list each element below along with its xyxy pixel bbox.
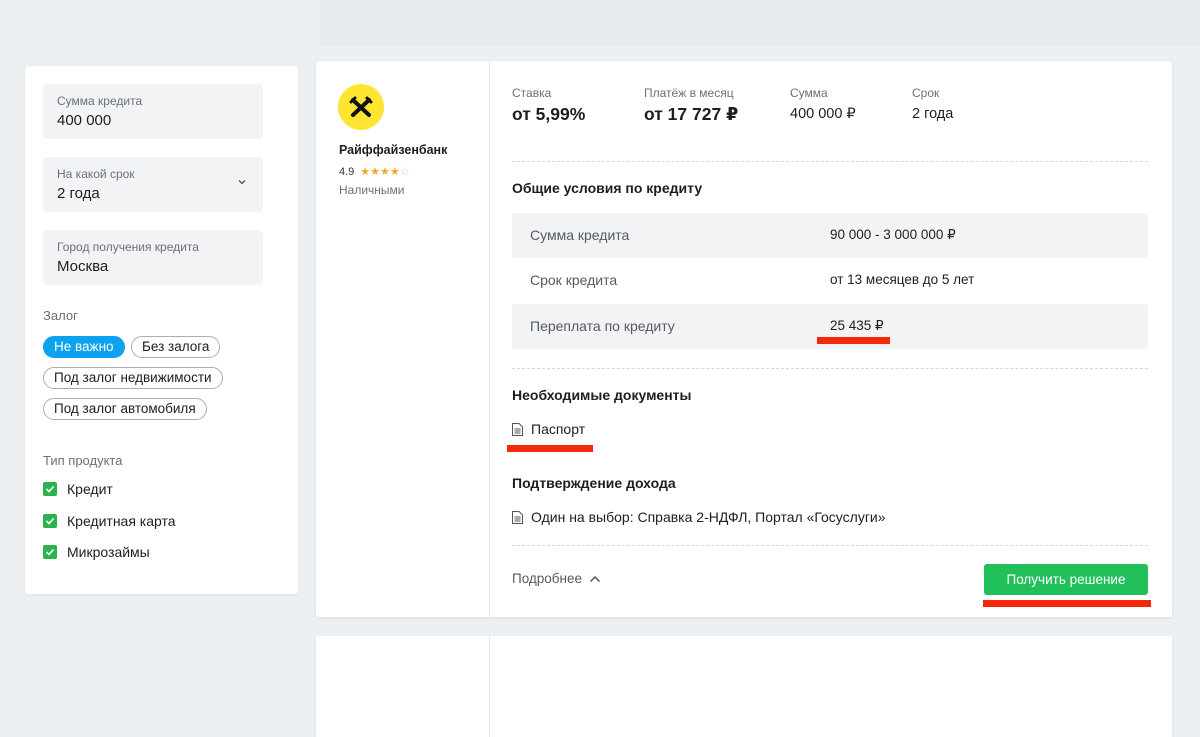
loan-type: Наличными <box>339 183 405 197</box>
highlight-passport <box>507 445 593 452</box>
checkbox-checked-icon[interactable] <box>43 482 57 496</box>
card-divider <box>489 61 490 617</box>
raiffeisen-logo-icon <box>349 96 373 117</box>
city-label: Город получения кредита <box>57 240 199 254</box>
more-details-label: Подробнее <box>512 571 583 586</box>
summary-value: 400 000 ₽ <box>790 106 856 122</box>
get-decision-button[interactable]: Получить решение <box>984 564 1148 595</box>
more-details-toggle[interactable]: Подробнее <box>512 571 601 586</box>
summary-value: 2 года <box>912 106 954 122</box>
city-value[interactable]: Москва <box>57 258 108 275</box>
condition-value: от 13 месяцев до 5 лет <box>830 272 975 287</box>
loan-amount-field[interactable]: Сумма кредита 400 000 <box>43 84 263 139</box>
summary-label: Срок <box>912 86 940 100</box>
condition-row: Срок кредита от 13 месяцев до 5 лет <box>512 258 1148 303</box>
collateral-chip-any[interactable]: Не важно <box>43 336 125 358</box>
city-field[interactable]: Город получения кредита Москва <box>43 230 263 285</box>
term-select[interactable]: На какой срок 2 года <box>43 157 263 212</box>
loan-amount-value[interactable]: 400 000 <box>57 112 111 129</box>
summary-label: Ставка <box>512 86 552 100</box>
bank-name[interactable]: Райффайзенбанк <box>339 143 447 157</box>
top-strip <box>320 0 1200 46</box>
dashed-divider <box>512 545 1148 546</box>
offer-card: Райффайзенбанк 4.9 ★★★★☆ Наличными Ставк… <box>316 61 1172 617</box>
rating-stars-icon: ★★★★☆ <box>360 166 410 178</box>
highlight-overpayment <box>817 337 890 344</box>
card-divider <box>489 636 490 737</box>
condition-label: Переплата по кредиту <box>530 318 675 334</box>
summary-amount: Сумма 400 000 ₽ <box>790 86 856 122</box>
chevron-up-icon <box>589 575 601 582</box>
condition-label: Срок кредита <box>530 272 618 288</box>
bank-logo[interactable] <box>338 84 384 130</box>
document-icon <box>512 422 523 436</box>
collateral-chip-none[interactable]: Без залога <box>131 336 221 358</box>
checkbox-checked-icon[interactable] <box>43 514 57 528</box>
summary-term: Срок 2 года <box>912 86 953 122</box>
condition-value: 25 435 ₽ <box>830 318 884 333</box>
summary-label: Сумма <box>790 86 828 100</box>
income-title: Подтверждение дохода <box>512 475 676 491</box>
product-type-title: Тип продукта <box>43 453 123 468</box>
next-offer-card <box>316 636 1172 737</box>
loan-amount-label: Сумма кредита <box>57 94 143 108</box>
rating-value: 4.9 <box>339 165 355 178</box>
general-conditions-title: Общие условия по кредиту <box>512 180 703 196</box>
product-type-label: Кредитная карта <box>67 513 176 529</box>
document-icon <box>512 510 523 524</box>
document-item: Паспорт <box>512 421 585 437</box>
chevron-down-icon[interactable] <box>237 177 247 187</box>
collateral-chip-car[interactable]: Под залог автомобиля <box>43 398 207 420</box>
bank-rating: 4.9 ★★★★☆ <box>339 165 410 179</box>
term-label: На какой срок <box>57 167 135 181</box>
product-type-label: Кредит <box>67 481 113 497</box>
income-item: Один на выбор: Справка 2-НДФЛ, Портал «Г… <box>512 509 886 525</box>
checkbox-checked-icon[interactable] <box>43 545 57 559</box>
document-label: Паспорт <box>531 421 586 437</box>
dashed-divider <box>512 368 1148 369</box>
product-type-microloans[interactable]: Микрозаймы <box>43 543 150 561</box>
term-value[interactable]: 2 года <box>57 185 100 202</box>
income-label: Один на выбор: Справка 2-НДФЛ, Портал «Г… <box>531 509 886 525</box>
filters-sidebar: Сумма кредита 400 000 На какой срок 2 го… <box>25 66 298 594</box>
summary-payment: Платёж в месяц от 17 727 ₽ <box>644 86 738 125</box>
product-type-credit[interactable]: Кредит <box>43 480 113 498</box>
product-type-label: Микрозаймы <box>67 544 150 560</box>
summary-rate: Ставка от 5,99% <box>512 86 585 125</box>
condition-row: Сумма кредита 90 000 - 3 000 000 ₽ <box>512 213 1148 258</box>
product-type-credit-card[interactable]: Кредитная карта <box>43 512 176 530</box>
condition-label: Сумма кредита <box>530 227 630 243</box>
summary-value: от 5,99% <box>512 104 586 124</box>
condition-value: 90 000 - 3 000 000 ₽ <box>830 227 956 242</box>
summary-value: от 17 727 ₽ <box>644 104 739 124</box>
summary-label: Платёж в месяц <box>644 86 734 100</box>
collateral-chip-realty[interactable]: Под залог недвижимости <box>43 367 223 389</box>
dashed-divider <box>512 161 1148 162</box>
highlight-cta <box>983 600 1151 607</box>
collateral-title: Залог <box>43 308 78 323</box>
documents-title: Необходимые документы <box>512 387 692 403</box>
